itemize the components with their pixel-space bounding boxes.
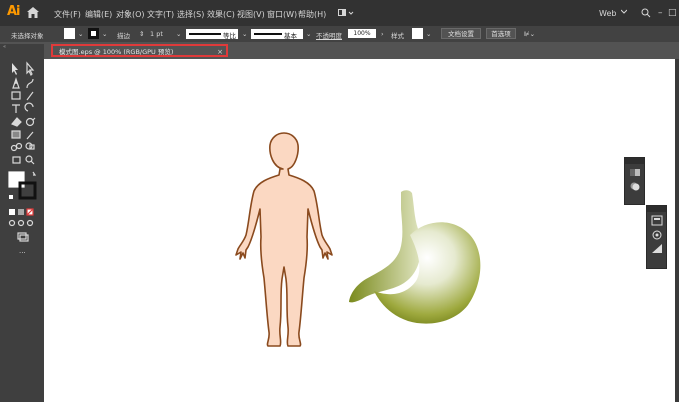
eraser-tool-icon[interactable] <box>11 117 22 127</box>
preferences-button[interactable]: 首选项 <box>486 28 516 39</box>
human-body-figure[interactable] <box>235 132 333 347</box>
type-tool-icon[interactable] <box>12 104 20 113</box>
blend-tool-icon[interactable] <box>10 142 23 152</box>
stroke-label: 描边 <box>117 32 130 40</box>
fill-color-icon[interactable] <box>8 171 25 188</box>
draw-mode-icon[interactable] <box>8 219 34 227</box>
rectangle-tool-icon[interactable] <box>11 91 21 100</box>
fill-swatch[interactable] <box>64 28 75 39</box>
document-tab[interactable]: 模式图.eps @ 100% (RGB/GPU 预览) × <box>51 44 228 57</box>
canvas-scrollbar[interactable] <box>675 59 679 402</box>
stroke-weight-field[interactable]: 1 pt <box>150 30 163 38</box>
opacity-field[interactable]: 100% <box>348 29 376 38</box>
close-icon[interactable]: × <box>217 46 223 59</box>
selection-tool-icon[interactable] <box>12 63 18 75</box>
menu-help[interactable]: 帮助(H) <box>298 9 326 20</box>
stroke-preview <box>189 33 221 35</box>
menu-type[interactable]: 文字(T) <box>147 9 174 20</box>
brush-label: 基本 <box>284 32 297 40</box>
chevron-down-icon[interactable]: ⌄ <box>426 30 431 38</box>
esophagus-shape <box>349 190 421 303</box>
menu-object[interactable]: 对象(O) <box>116 9 145 20</box>
selection-status: 未选择对象 <box>11 32 44 40</box>
color-mode-icon[interactable] <box>9 208 34 216</box>
paintbrush-tool-icon[interactable] <box>26 91 34 101</box>
control-bar: 未选择对象 ⌄ ⌄ 描边 ⇕ 1 pt ⌄ 等比 ⌄ 基本 ⌄ 不透明度 100… <box>0 26 679 42</box>
document-tab-bar: 模式图.eps @ 100% (RGB/GPU 预览) × <box>44 44 679 59</box>
warp-tool-icon[interactable] <box>25 117 36 127</box>
home-icon[interactable] <box>27 7 39 18</box>
stomach-illustration[interactable] <box>349 190 481 324</box>
chevron-down-icon[interactable]: ⌄ <box>102 30 107 38</box>
transparency-panel-icon[interactable] <box>629 181 641 192</box>
chevron-down-icon[interactable]: ⌄ <box>306 30 311 38</box>
chevron-down-icon[interactable] <box>621 9 627 15</box>
artboard-canvas[interactable] <box>44 59 675 402</box>
chevron-down-icon[interactable]: ⌄ <box>78 30 83 38</box>
menu-bar: Ai 文件(F) 编辑(E) 对象(O) 文字(T) 选择(S) 效果(C) 视… <box>0 0 679 26</box>
screen-mode-icon[interactable] <box>17 232 29 242</box>
rotate-tool-icon[interactable] <box>24 102 34 112</box>
stroke-swatch[interactable] <box>88 28 99 39</box>
svg-text:«: « <box>3 44 6 50</box>
illustrator-window: Ai 文件(F) 编辑(E) 对象(O) 文字(T) 选择(S) 效果(C) 视… <box>0 0 679 402</box>
graphic-style-swatch[interactable] <box>412 28 423 39</box>
document-setup-button[interactable]: 文档设置 <box>441 28 481 39</box>
floating-panel-appearance <box>646 205 667 269</box>
more-tools-icon[interactable]: ··· <box>19 249 26 257</box>
floating-panel-gradient <box>624 157 645 205</box>
chevron-down-icon[interactable]: ⌄ <box>242 30 247 38</box>
menu-select[interactable]: 选择(S) <box>177 9 204 20</box>
graphic-styles-panel-icon[interactable] <box>651 243 663 254</box>
profile-label: 等比 <box>223 32 236 40</box>
menu-edit[interactable]: 编辑(E) <box>85 9 112 20</box>
gradient-tool-icon[interactable] <box>11 130 21 139</box>
style-label: 样式 <box>391 32 404 40</box>
direct-selection-tool-icon[interactable] <box>26 61 35 77</box>
chevron-down-icon[interactable]: ⌄ <box>176 30 181 38</box>
default-colors-icon[interactable] <box>9 195 13 199</box>
tools-panel: « ··· <box>0 44 44 402</box>
align-options-icon[interactable]: ⊯⌄ <box>524 30 535 38</box>
panel-header[interactable] <box>647 206 666 212</box>
zoom-tool-icon[interactable] <box>25 155 35 165</box>
document-tab-title: 模式图.eps @ 100% (RGB/GPU 预览) <box>59 48 174 56</box>
maximize-icon[interactable]: □ <box>668 8 677 18</box>
curvature-tool-icon[interactable] <box>26 78 34 89</box>
menu-effect[interactable]: 效果(C) <box>207 9 235 20</box>
minimize-icon[interactable]: – <box>658 8 663 18</box>
menu-file[interactable]: 文件(F) <box>54 9 81 20</box>
menu-view[interactable]: 视图(V) <box>237 9 265 20</box>
appearance-panel-icon[interactable] <box>651 215 663 226</box>
artboard-tool-icon[interactable] <box>12 156 21 164</box>
app-logo: Ai <box>7 4 20 19</box>
arrange-documents-icon[interactable] <box>338 9 354 17</box>
search-icon[interactable] <box>641 8 653 18</box>
symbols-panel-icon[interactable] <box>651 229 663 240</box>
gradient-panel-icon[interactable] <box>629 167 641 178</box>
workspace-switcher[interactable]: Web <box>599 9 616 18</box>
shape-builder-tool-icon[interactable] <box>25 142 35 150</box>
menu-window[interactable]: 窗口(W) <box>267 9 297 20</box>
stepper-icon[interactable]: ⇕ <box>139 30 144 38</box>
eyedropper-tool-icon[interactable] <box>26 131 34 140</box>
opacity-label[interactable]: 不透明度 <box>316 30 342 40</box>
swap-colors-icon[interactable] <box>32 171 37 176</box>
chevron-right-icon[interactable]: › <box>381 30 384 38</box>
pen-tool-icon[interactable] <box>12 77 20 89</box>
panel-header[interactable] <box>625 158 644 164</box>
brush-preview <box>254 33 282 35</box>
